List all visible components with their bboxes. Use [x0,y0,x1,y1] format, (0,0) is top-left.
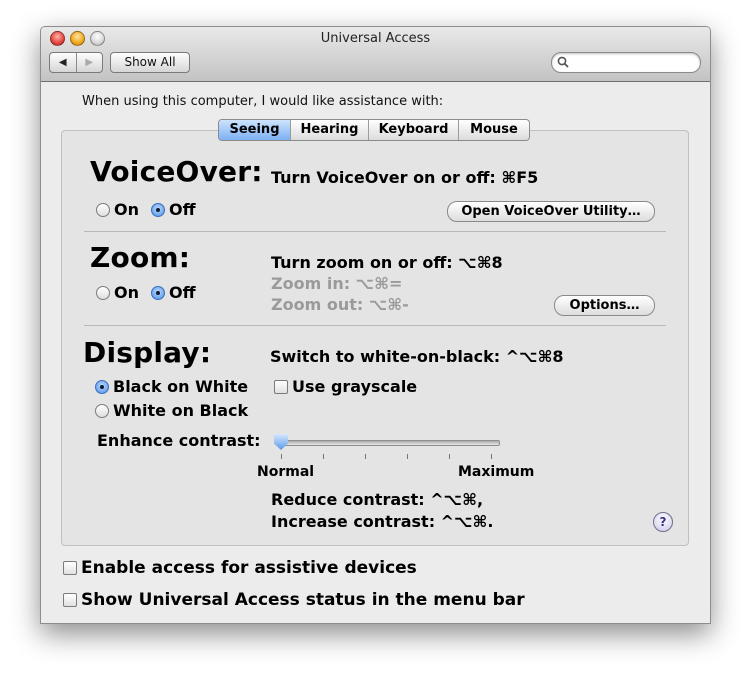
open-voiceover-utility-button[interactable]: Open VoiceOver Utility… [447,201,655,222]
show-all-button[interactable]: Show All [110,52,190,73]
radio-button-selected-icon [151,202,165,217]
radio-button-icon [96,285,110,300]
reduce-contrast-shortcut: Reduce contrast: ^⌥⌘, [271,490,484,509]
zoom-options-button[interactable]: Options… [554,295,655,316]
radio-button-selected-icon [95,379,109,394]
help-button[interactable]: ? [653,512,673,532]
assistive-devices-label: Enable access for assistive devices [81,558,417,578]
forward-arrow-icon: ▶ [85,57,94,68]
black-on-white-label: Black on White [113,377,249,396]
slider-tick [365,454,366,459]
tab-mouse[interactable]: Mouse [458,120,529,140]
status-menu-label: Show Universal Access status in the menu… [81,590,525,610]
use-grayscale-label: Use grayscale [292,377,418,396]
tab-bar: Seeing Hearing Keyboard Mouse [218,119,530,141]
back-forward-control: ◀ ▶ [49,52,103,73]
assistive-devices-checkbox[interactable]: Enable access for assistive devices [63,558,417,578]
assistance-prompt: When using this computer, I would like a… [82,94,444,109]
checkbox-icon [63,593,77,607]
voiceover-off-radio[interactable]: Off [151,200,196,219]
zoom-shortcut: Turn zoom on or off: ⌥⌘8 [271,253,503,272]
use-grayscale-checkbox[interactable]: Use grayscale [274,377,417,396]
zoom-off-label: Off [169,283,196,302]
tab-seeing[interactable]: Seeing [219,120,290,140]
white-on-black-radio[interactable]: White on Black [95,401,248,420]
display-heading: Display: [83,336,212,369]
radio-button-icon [95,403,109,418]
slider-tick [491,454,492,459]
search-icon [557,56,569,68]
contrast-max-label: Maximum [458,464,535,480]
enhance-contrast-slider[interactable] [278,440,500,446]
checkbox-icon [63,561,77,575]
voiceover-on-radio[interactable]: On [96,200,139,219]
forward-button[interactable]: ▶ [75,53,103,72]
increase-contrast-shortcut: Increase contrast: ^⌥⌘. [271,512,494,531]
back-arrow-icon: ◀ [58,57,67,68]
zoom-heading: Zoom: [90,241,191,274]
voiceover-on-label: On [114,200,139,219]
slider-tick [281,454,282,459]
section-divider [84,325,666,326]
zoom-in-shortcut: Zoom in: ⌥⌘= [271,274,403,293]
voiceover-shortcut: Turn VoiceOver on or off: ⌘F5 [271,168,539,187]
slider-tick [449,454,450,459]
slider-tick [323,454,324,459]
checkbox-icon [274,379,288,394]
zoom-on-label: On [114,283,139,302]
search-input[interactable] [551,52,701,73]
zoom-on-radio[interactable]: On [96,283,139,302]
radio-button-icon [96,202,110,217]
contrast-min-label: Normal [257,464,315,480]
radio-button-selected-icon [151,285,165,300]
white-on-black-label: White on Black [113,401,249,420]
enhance-contrast-label: Enhance contrast: [97,431,261,450]
voiceover-heading: VoiceOver: [90,155,263,188]
zoom-off-radio[interactable]: Off [151,283,196,302]
section-divider [84,231,666,232]
tab-keyboard[interactable]: Keyboard [368,120,458,140]
voiceover-off-label: Off [169,200,196,219]
display-shortcut: Switch to white-on-black: ^⌥⌘8 [270,347,564,366]
status-menu-checkbox[interactable]: Show Universal Access status in the menu… [63,590,525,610]
universal-access-window: Universal Access ◀ ▶ Show All When using… [40,26,711,624]
black-on-white-radio[interactable]: Black on White [95,377,248,396]
back-button[interactable]: ◀ [50,53,76,72]
tab-hearing[interactable]: Hearing [290,120,368,140]
zoom-out-shortcut: Zoom out: ⌥⌘- [271,295,409,314]
title-bar: Universal Access ◀ ▶ Show All [41,27,710,82]
window-title: Universal Access [320,31,431,46]
slider-tick [407,454,408,459]
